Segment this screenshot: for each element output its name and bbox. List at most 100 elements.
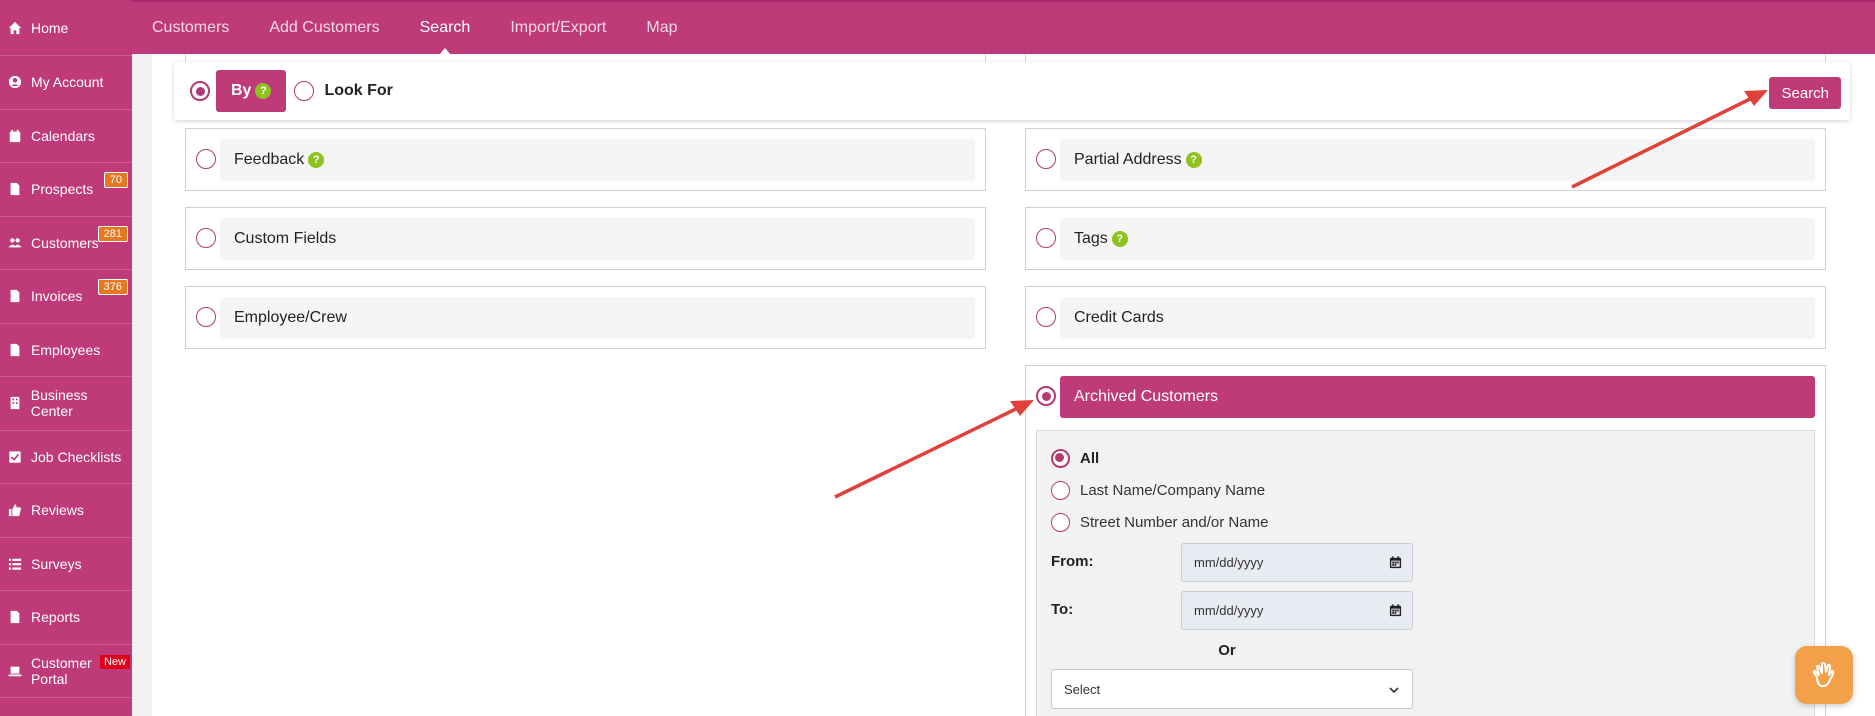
option-employee-crew[interactable]: Employee/Crew (185, 286, 986, 349)
tab-import-export[interactable]: Import/Export (510, 1, 606, 55)
calendar-icon[interactable] (1389, 604, 1402, 617)
help-icon[interactable]: ? (255, 83, 272, 99)
sidebar: Home My Account Calendars Prospects 70 C… (0, 0, 132, 716)
street-label: Street Number and/or Name (1080, 514, 1269, 531)
sidebar-item-surveys[interactable]: Surveys (0, 538, 132, 591)
user-circle-icon (6, 75, 24, 89)
top-nav: Customers Add Customers Search Import/Ex… (132, 0, 1875, 55)
sidebar-item-label: Calendars (31, 127, 95, 144)
last-name-radio[interactable] (1051, 481, 1070, 500)
chevron-down-icon (1389, 687, 1399, 694)
custom-fields-radio[interactable] (196, 228, 216, 248)
select-value: Select (1064, 681, 1101, 697)
list-icon (6, 557, 24, 571)
option-custom-fields[interactable]: Custom Fields (185, 207, 986, 270)
calendar-icon[interactable] (1389, 556, 1402, 569)
count-badge: 281 (97, 225, 128, 242)
or-label: Or (1218, 642, 1236, 659)
sidebar-item-customer-portal[interactable]: Customer Portal New (0, 645, 132, 698)
tab-add-customers[interactable]: Add Customers (269, 1, 379, 55)
feedback-label: Feedback (234, 151, 305, 168)
help-icon[interactable]: ? (308, 152, 325, 168)
feedback-radio[interactable] (196, 149, 216, 169)
file-icon (6, 343, 24, 357)
street-radio[interactable] (1051, 513, 1070, 532)
employee-crew-label: Employee/Crew (234, 309, 347, 326)
sidebar-item-invoices[interactable]: Invoices 376 (0, 270, 132, 324)
sidebar-item-label: Customers (31, 234, 99, 251)
sidebar-item-label: Reviews (31, 502, 84, 519)
employee-crew-radio[interactable] (196, 307, 216, 327)
sidebar-item-label: My Account (31, 74, 104, 91)
option-label-box[interactable]: Custom Fields (220, 218, 975, 260)
from-label: From: (1051, 553, 1094, 570)
option-label-box[interactable]: Employee/Crew (220, 297, 975, 339)
partial-address-radio[interactable] (1036, 149, 1056, 169)
sidebar-item-reviews[interactable]: Reviews (0, 484, 132, 538)
sidebar-item-reports[interactable]: Reports (0, 591, 132, 645)
last-name-label: Last Name/Company Name (1080, 482, 1266, 499)
from-date-input[interactable]: mm/dd/yyyy (1181, 543, 1413, 582)
sidebar-item-business-center[interactable]: Business Center (0, 377, 132, 431)
look-for-label: Look For (324, 82, 393, 99)
sidebar-item-label: Home (31, 19, 69, 36)
tab-search[interactable]: Search (420, 1, 470, 55)
partial-address-label: Partial Address (1074, 151, 1182, 168)
credit-cards-radio[interactable] (1036, 307, 1056, 327)
sidebar-item-label: Invoices (31, 288, 83, 305)
users-icon (6, 236, 24, 250)
custom-fields-label: Custom Fields (234, 230, 337, 247)
tags-radio[interactable] (1036, 228, 1056, 248)
chat-widget-button[interactable] (1795, 646, 1853, 704)
sidebar-item-label: Job Checklists (31, 448, 122, 465)
sidebar-item-my-account[interactable]: My Account (0, 56, 132, 110)
archived-customers-label: Archived Customers (1074, 388, 1219, 405)
tags-label: Tags (1074, 230, 1108, 247)
option-archived-customers[interactable]: Archived Customers All Last Name/Company… (1025, 365, 1826, 716)
credit-cards-label: Credit Cards (1074, 309, 1164, 326)
laptop-icon (6, 664, 24, 678)
option-label-box[interactable]: Tags ? (1060, 218, 1815, 260)
to-label: To: (1051, 601, 1074, 618)
sidebar-item-prospects[interactable]: Prospects 70 (0, 163, 132, 217)
sidebar-item-label: Prospects (31, 181, 94, 198)
archived-customers-radio[interactable] (1036, 386, 1056, 406)
archived-customers-header[interactable]: Archived Customers (1060, 376, 1815, 418)
archived-range-select[interactable]: Select (1051, 669, 1413, 709)
sidebar-item-label: Employees (31, 341, 101, 358)
archived-option-last-name[interactable]: Last Name/Company Name (1051, 481, 1265, 500)
by-button[interactable]: By ? (216, 70, 287, 112)
calendar-icon (6, 129, 24, 143)
sidebar-item-calendars[interactable]: Calendars (0, 110, 132, 163)
option-tags[interactable]: Tags ? (1025, 207, 1826, 270)
option-label-box[interactable]: Credit Cards (1060, 297, 1815, 339)
archived-option-street[interactable]: Street Number and/or Name (1051, 513, 1268, 532)
tab-customers[interactable]: Customers (152, 1, 229, 55)
to-date-input[interactable]: mm/dd/yyyy (1181, 591, 1413, 630)
option-label-box[interactable]: Feedback ? (220, 139, 975, 181)
checkbox-icon (6, 450, 24, 464)
sidebar-item-customers[interactable]: Customers 281 (0, 217, 132, 270)
all-label: All (1080, 450, 1100, 467)
tab-map[interactable]: Map (646, 1, 677, 55)
all-radio[interactable] (1051, 449, 1070, 468)
help-icon[interactable]: ? (1185, 152, 1202, 168)
option-credit-cards[interactable]: Credit Cards (1025, 286, 1826, 349)
option-feedback[interactable]: Feedback ? (185, 128, 986, 191)
sidebar-item-label: Business Center (30, 387, 88, 420)
search-button[interactable]: Search (1769, 77, 1841, 109)
help-icon[interactable]: ? (1111, 231, 1128, 247)
count-badge: 376 (97, 279, 128, 295)
archived-option-all[interactable]: All (1051, 449, 1099, 468)
new-badge: New (99, 654, 130, 669)
look-for-radio[interactable] (294, 81, 315, 101)
sidebar-item-label: Reports (31, 609, 81, 626)
option-partial-address[interactable]: Partial Address ? (1025, 128, 1826, 191)
option-label-box[interactable]: Partial Address ? (1060, 139, 1815, 181)
count-badge: 70 (103, 172, 128, 188)
sidebar-item-label: Surveys (31, 555, 82, 572)
by-radio[interactable] (190, 81, 210, 101)
sidebar-item-employees[interactable]: Employees (0, 324, 132, 377)
sidebar-item-home[interactable]: Home (0, 0, 132, 56)
sidebar-item-job-checklists[interactable]: Job Checklists (0, 431, 132, 484)
